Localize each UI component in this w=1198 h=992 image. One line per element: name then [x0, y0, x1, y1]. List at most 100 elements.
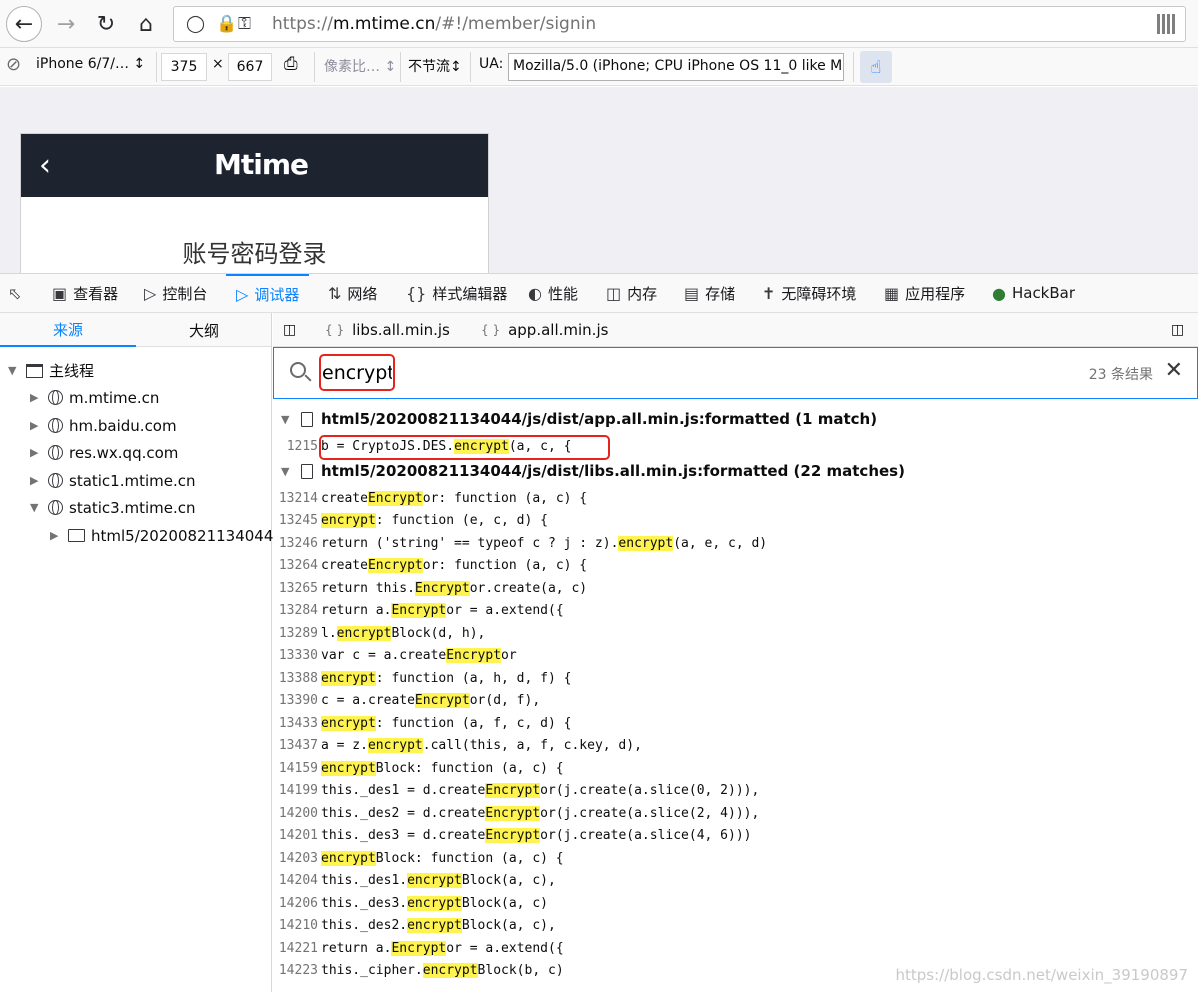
line-number: 13390: [278, 693, 318, 708]
result-line[interactable]: 13330 var c = a.create Encrypt or: [273, 645, 517, 667]
lock-icon[interactable]: 🔒: [216, 14, 237, 34]
tab-network[interactable]: ⇅ 网络: [328, 274, 377, 312]
result-line[interactable]: 13265 return this. Encrypt or.create(a, c): [273, 577, 587, 599]
match-highlight: encrypt: [407, 873, 462, 888]
tree-item-domain[interactable]: ▶ res.wx.qq.com: [30, 439, 178, 466]
editor-tab[interactable]: { } libs.all.min.js: [325, 313, 450, 347]
result-line[interactable]: 14159 encrypt Block: function (a, c) {: [273, 757, 564, 779]
tab-storage[interactable]: ▤ 存储: [684, 274, 735, 312]
rotate-icon[interactable]: ⎙: [284, 54, 298, 74]
home-icon[interactable]: ⌂: [128, 6, 164, 42]
mtime-logo[interactable]: Mtime: [214, 148, 309, 181]
tab-inspector[interactable]: ▣ 查看器: [52, 274, 118, 312]
tree-item-domain[interactable]: ▶ hm.baidu.com: [30, 412, 177, 439]
back-chevron-icon[interactable]: ‹: [39, 148, 51, 183]
braces-icon: {}: [406, 283, 427, 303]
close-rdm-icon[interactable]: ⊘: [6, 54, 21, 75]
result-line[interactable]: 13246 return ('string' == typeof c ? j : …: [273, 532, 767, 554]
forward-arrow-icon[interactable]: →: [48, 6, 84, 42]
annotation-box-match: [319, 435, 610, 460]
editor-tab[interactable]: { } app.all.min.js: [481, 313, 608, 347]
user-agent-input[interactable]: Mozilla/5.0 (iPhone; CPU iPhone OS 11_0 …: [508, 53, 844, 81]
shield-icon[interactable]: ◯: [186, 14, 205, 34]
result-line[interactable]: 14200 this._des2 = d.create Encrypt or(j.cr…: [273, 802, 759, 824]
result-line[interactable]: 14221 return a. Encrypt or = a.extend({: [273, 937, 564, 959]
memory-icon: ◫: [606, 283, 622, 303]
code-text: this._des2 = d.create: [321, 805, 486, 821]
globe-icon: [48, 473, 63, 488]
result-line[interactable]: 13437 a = z. encrypt .call(this, a, f, c.ke…: [273, 735, 642, 757]
code-text: this._cipher.: [321, 963, 423, 978]
result-line[interactable]: 13214 create Encrypt or: function (a, c) {: [273, 487, 587, 509]
back-arrow-icon[interactable]: ←: [6, 6, 42, 42]
throttle-select[interactable]: 不节流↕: [408, 56, 462, 76]
result-line[interactable]: 13264 create Encrypt or: function (a, c) {: [273, 555, 587, 577]
tree-main-thread[interactable]: ▼ 主线程: [8, 357, 94, 384]
element-picker-icon[interactable]: ⬁: [8, 274, 21, 312]
tab-hackbar[interactable]: ● HackBar: [992, 274, 1075, 312]
result-line[interactable]: 13390 c = a.create Encrypt or(d, f),: [273, 690, 540, 712]
width-input[interactable]: 375: [161, 53, 207, 81]
line-number: 14201: [278, 828, 318, 843]
match-highlight: encrypt: [407, 895, 462, 911]
code-text: this._des2.: [321, 918, 408, 933]
tree-item-domain[interactable]: ▶ m.mtime.cn: [30, 384, 159, 411]
code-text: : function (e, c, d) {: [375, 513, 548, 528]
code-text: or.create(a, c): [469, 580, 588, 596]
tab-memory[interactable]: ◫ 内存: [606, 274, 657, 312]
match-highlight: encrypt: [367, 738, 423, 753]
result-line[interactable]: 14201 this._des3 = d.create Encrypt or(j.cr…: [273, 825, 752, 847]
tree-item-domain[interactable]: ▶ static1.mtime.cn: [30, 467, 196, 494]
code-text: this._des1 = d.create: [321, 783, 486, 798]
tab-sources[interactable]: 来源: [0, 313, 136, 347]
result-line[interactable]: 14199 this._des1 = d.create Encrypt or(j.cr…: [273, 780, 759, 802]
result-line[interactable]: 13433 encrypt: function (a, f, c, d) {: [273, 712, 571, 734]
result-file[interactable]: ▼ html5/20200821134044/js/dist/libs.all.m…: [281, 460, 905, 482]
qr-code-icon[interactable]: [1157, 14, 1177, 34]
reload-icon[interactable]: ↻: [88, 6, 124, 42]
window-icon: [26, 363, 43, 378]
collapsed-arrow-icon: ▶: [50, 529, 59, 542]
result-line[interactable]: 14223 this._cipher. encrypt Block(b, c): [273, 960, 564, 982]
tab-console[interactable]: ▷ 控制台: [144, 274, 207, 312]
close-icon[interactable]: ✕: [1165, 358, 1183, 383]
tab-performance[interactable]: ◐ 性能: [528, 274, 578, 312]
result-line[interactable]: 13245 encrypt: function (e, c, d) {: [273, 510, 548, 532]
dpr-select[interactable]: 像素比… ↕: [324, 56, 396, 76]
result-line[interactable]: 14203 encrypt Block: function (a, c) {: [273, 847, 564, 869]
result-line[interactable]: 13388 encrypt: function (a, h, d, f) {: [273, 667, 571, 689]
key-icon[interactable]: ⚿: [238, 14, 251, 34]
tab-style-editor[interactable]: {} 样式编辑器: [406, 274, 507, 312]
tab-outline[interactable]: 大纲: [136, 313, 272, 347]
address-bar[interactable]: ◯ 🔒 ⚿ https://m.mtime.cn/#!/member/signi…: [173, 6, 1186, 42]
line-number: 13289: [278, 625, 318, 641]
match-highlight: Encrypt: [367, 490, 423, 506]
line-number: 14206: [278, 895, 318, 911]
toggle-panel-icon[interactable]: ◫: [1171, 313, 1184, 347]
tree-item-folder[interactable]: ▶ html5/20200821134044/js: [50, 522, 290, 549]
toggle-sidebar-icon[interactable]: ◫: [283, 313, 296, 347]
result-line[interactable]: 13289 l. encrypt Block(d, h),: [273, 622, 485, 644]
braces-icon: { }: [481, 323, 501, 337]
ua-label: UA:: [479, 56, 504, 72]
result-file[interactable]: ▼ html5/20200821134044/js/dist/app.all.mi…: [281, 408, 877, 430]
code-text: create: [321, 558, 368, 573]
collapsed-arrow-icon: ▶: [30, 391, 39, 404]
tab-application[interactable]: ▦ 应用程序: [884, 274, 965, 312]
line-number: 13214: [278, 490, 318, 506]
url-text[interactable]: https://m.mtime.cn/#!/member/signin: [272, 14, 596, 34]
tab-accessibility[interactable]: ✝ 无障碍环境: [762, 274, 856, 312]
result-line[interactable]: 13284 return a. Encrypt or = a.extend({: [273, 600, 564, 622]
height-input[interactable]: 667: [228, 53, 272, 81]
line-number: 13265: [278, 580, 318, 596]
tab-debugger[interactable]: ▷ 调试器: [226, 274, 310, 312]
result-line[interactable]: 14204 this._des1. encrypt Block(a, c),: [273, 870, 556, 892]
touch-simulation-icon[interactable]: ☝: [860, 51, 892, 83]
match-highlight: Encrypt: [414, 693, 470, 708]
line-number: 13245: [278, 513, 318, 528]
result-line[interactable]: 14210 this._des2. encrypt Block(a, c),: [273, 915, 556, 937]
result-line[interactable]: 14206 this._des3. encrypt Block(a, c): [273, 892, 548, 914]
code-text: l.: [321, 625, 337, 641]
tree-item-domain[interactable]: ▼ static3.mtime.cn: [30, 494, 196, 521]
device-select[interactable]: iPhone 6/7/… ↕: [36, 56, 145, 72]
